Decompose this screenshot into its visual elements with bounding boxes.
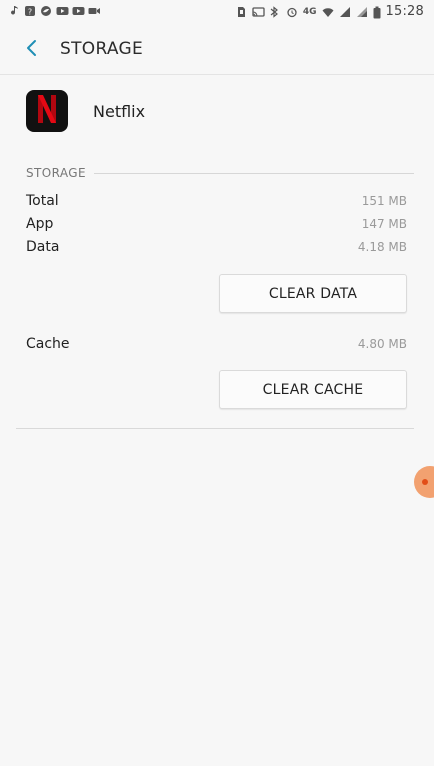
- question-box-icon: ?: [24, 5, 36, 17]
- app-name: Netflix: [93, 102, 146, 121]
- signal-icon: [356, 6, 368, 18]
- cache-label: Cache: [26, 336, 70, 352]
- bluetooth-icon: [269, 5, 281, 18]
- music-note-icon: [8, 5, 20, 17]
- cast-icon: [252, 6, 265, 18]
- sd-card-icon: [235, 6, 247, 18]
- status-system: 4G 15:28: [235, 4, 424, 19]
- clear-data-button[interactable]: CLEAR DATA: [219, 274, 407, 313]
- storage-section-header: STORAGE: [26, 166, 414, 180]
- alarm-icon: [286, 6, 298, 18]
- handle-dot-icon: [422, 479, 428, 485]
- chat-leaf-icon: [40, 5, 52, 17]
- back-arrow-icon: [25, 39, 39, 61]
- battery-icon: [373, 6, 381, 18]
- svg-text:?: ?: [28, 8, 32, 17]
- storage-row-label: App: [26, 216, 54, 232]
- status-notifications: ?: [8, 5, 100, 17]
- network-type-label: 4G: [302, 6, 317, 17]
- netflix-app-icon: [26, 90, 68, 132]
- status-time: 15:28: [385, 4, 424, 19]
- cache-row: Cache 4.80 MB: [26, 334, 407, 354]
- youtube-icon: [72, 5, 85, 17]
- storage-row-app: App 147 MB: [26, 214, 407, 234]
- storage-row-data: Data 4.18 MB: [26, 237, 407, 257]
- storage-row-value: 4.18 MB: [357, 240, 407, 254]
- cache-value: 4.80 MB: [357, 337, 407, 351]
- storage-row-value: 151 MB: [361, 194, 407, 208]
- netflix-logo-icon: [38, 95, 56, 127]
- youtube-icon: [56, 5, 69, 17]
- storage-row-label: Total: [26, 193, 59, 209]
- wifi-icon: [322, 6, 334, 18]
- section-bottom-divider: [16, 428, 414, 429]
- video-icon: [88, 5, 100, 17]
- back-button[interactable]: [20, 38, 44, 62]
- status-bar: ? 4G 15:28: [0, 0, 434, 26]
- floating-assistant-handle[interactable]: [414, 466, 434, 498]
- section-divider: [93, 172, 414, 174]
- app-bar: STORAGE: [0, 26, 434, 75]
- clear-cache-button[interactable]: CLEAR CACHE: [219, 370, 407, 409]
- storage-row-value: 147 MB: [361, 217, 407, 231]
- section-header-label: STORAGE: [26, 166, 86, 180]
- page-title: STORAGE: [60, 39, 144, 59]
- signal-icon: [339, 6, 351, 18]
- app-header: Netflix: [0, 74, 434, 152]
- storage-row-total: Total 151 MB: [26, 191, 407, 211]
- storage-row-label: Data: [26, 239, 60, 255]
